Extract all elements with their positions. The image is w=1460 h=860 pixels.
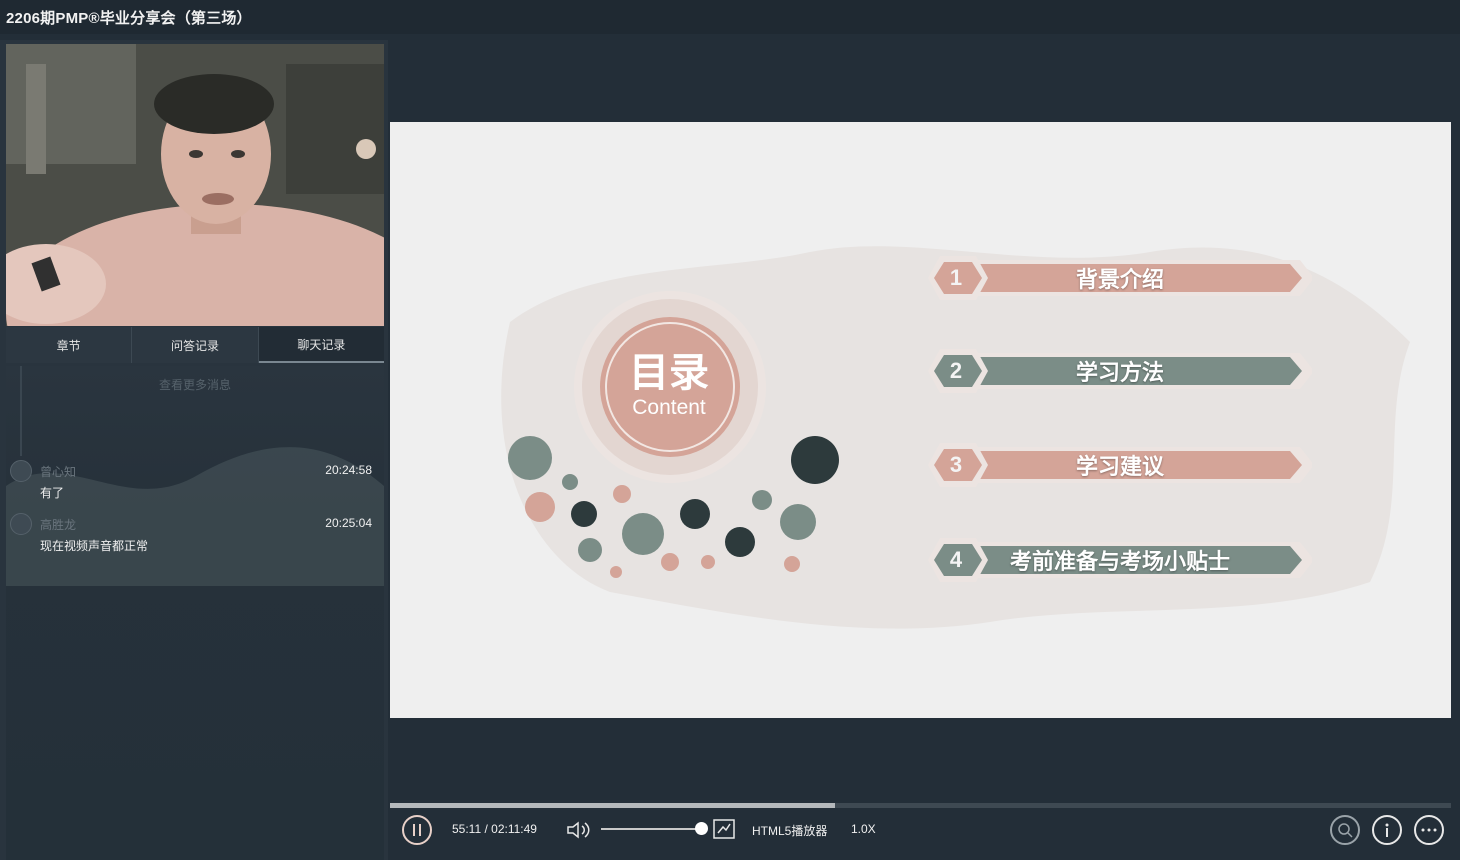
tab-qa-records[interactable]: 问答记录 (132, 327, 259, 363)
search-user-button[interactable] (1330, 815, 1360, 845)
message-text: 现在视频声音都正常 (40, 539, 149, 553)
left-panel: 章节 问答记录 聊天记录 查看更多消息 曾心知 20:24:58 有了 高胜龙 … (0, 40, 388, 860)
avatar (10, 513, 32, 535)
more-icon (1421, 828, 1437, 832)
sender-name: 曾心知 (40, 465, 77, 479)
avatar (10, 460, 32, 482)
player-engine[interactable]: HTML5播放器 (752, 822, 827, 839)
chat-panel[interactable]: 查看更多消息 曾心知 20:24:58 有了 高胜龙 20:25:04 现在视频… (6, 366, 384, 860)
toc-number: 3 (949, 452, 963, 477)
sender-name: 高胜龙 (40, 518, 77, 532)
toc-number: 2 (949, 358, 963, 383)
info-button[interactable] (1372, 815, 1402, 845)
toc-number: 4 (949, 547, 963, 572)
title-bar: 2206期PMP®毕业分享会（第三场） (0, 0, 1460, 34)
presentation-slide: 目录 Content 1 背景介绍 2 学习方法 3 学习建议 4 考前准备与考… (390, 122, 1451, 718)
toc-label: 背景介绍 (1075, 267, 1164, 292)
tab-chapters[interactable]: 章节 (6, 327, 133, 363)
video-progress-bar[interactable] (390, 803, 1451, 808)
message-time: 20:25:04 (325, 516, 372, 530)
load-more-link[interactable]: 查看更多消息 (6, 376, 384, 393)
volume-icon[interactable] (566, 820, 592, 840)
chat-background-wave (6, 447, 384, 586)
search-user-icon (1338, 823, 1353, 838)
volume-knob[interactable] (695, 822, 708, 835)
video-progress-fill (390, 803, 835, 808)
info-icon (1385, 823, 1389, 837)
player-controls: 55:11 / 02:11:49 HTML5播放器 1.0X (390, 810, 1451, 850)
picture-in-picture-icon[interactable] (713, 819, 735, 839)
window-title: 2206期PMP®毕业分享会（第三场） (6, 9, 252, 27)
presenter-image (6, 44, 384, 326)
toc-label: 学习方法 (1075, 360, 1164, 385)
toc-item: 3 学习建议 (926, 437, 1312, 493)
side-tabs: 章节 问答记录 聊天记录 (6, 327, 384, 363)
message-text: 有了 (40, 486, 65, 500)
more-button[interactable] (1414, 815, 1444, 845)
toc-number: 1 (949, 265, 963, 290)
volume-slider[interactable] (601, 828, 701, 830)
toc-label: 学习建议 (1075, 454, 1164, 479)
message-time: 20:24:58 (325, 463, 372, 477)
time-display: 55:11 / 02:11:49 (452, 822, 537, 836)
slide-decoration (501, 246, 1410, 629)
slide-subtitle: Content (632, 396, 706, 419)
playback-speed[interactable]: 1.0X (851, 822, 876, 836)
webcam-video[interactable] (6, 44, 384, 326)
slide-title: 目录 (629, 351, 709, 395)
pause-button[interactable] (402, 815, 432, 845)
toc-item: 4 考前准备与考场小贴士 (926, 532, 1312, 588)
toc-label: 考前准备与考场小贴士 (1009, 549, 1230, 574)
toc-item: 2 学习方法 (926, 343, 1312, 399)
toc-item: 1 背景介绍 (926, 250, 1312, 306)
tab-chat-records[interactable]: 聊天记录 (258, 327, 384, 363)
pause-icon (413, 824, 421, 836)
